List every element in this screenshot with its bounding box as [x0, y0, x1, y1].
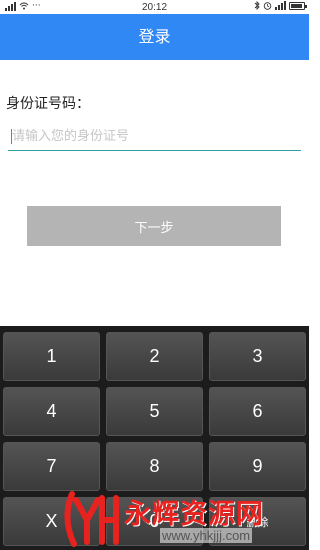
key-7[interactable]: 7 — [3, 442, 100, 491]
numeric-keypad: 1 2 3 4 5 6 7 8 9 X 0 删除 — [0, 326, 309, 550]
key-3[interactable]: 3 — [209, 332, 306, 381]
text-cursor — [11, 129, 12, 144]
id-number-label: 身份证号码： — [6, 96, 90, 112]
battery-icon — [289, 1, 307, 10]
key-x[interactable]: X — [3, 497, 100, 546]
key-6[interactable]: 6 — [209, 387, 306, 436]
key-8[interactable]: 8 — [106, 442, 203, 491]
key-5[interactable]: 5 — [106, 387, 203, 436]
key-2[interactable]: 2 — [106, 332, 203, 381]
next-step-button[interactable]: 下一步 — [27, 206, 281, 246]
id-number-input[interactable] — [8, 123, 301, 151]
page-title: 登录 — [138, 27, 171, 46]
title-bar: 登录 — [0, 14, 309, 60]
delete-key[interactable]: 删除 — [209, 497, 306, 546]
alarm-icon — [263, 2, 272, 10]
signal-icon — [275, 1, 286, 10]
key-0[interactable]: 0 — [106, 497, 203, 546]
key-1[interactable]: 1 — [3, 332, 100, 381]
key-4[interactable]: 4 — [3, 387, 100, 436]
key-9[interactable]: 9 — [209, 442, 306, 491]
bluetooth-icon — [254, 1, 260, 10]
status-bar: ··· 20:12 — [0, 0, 309, 14]
status-right-icons — [254, 1, 307, 10]
